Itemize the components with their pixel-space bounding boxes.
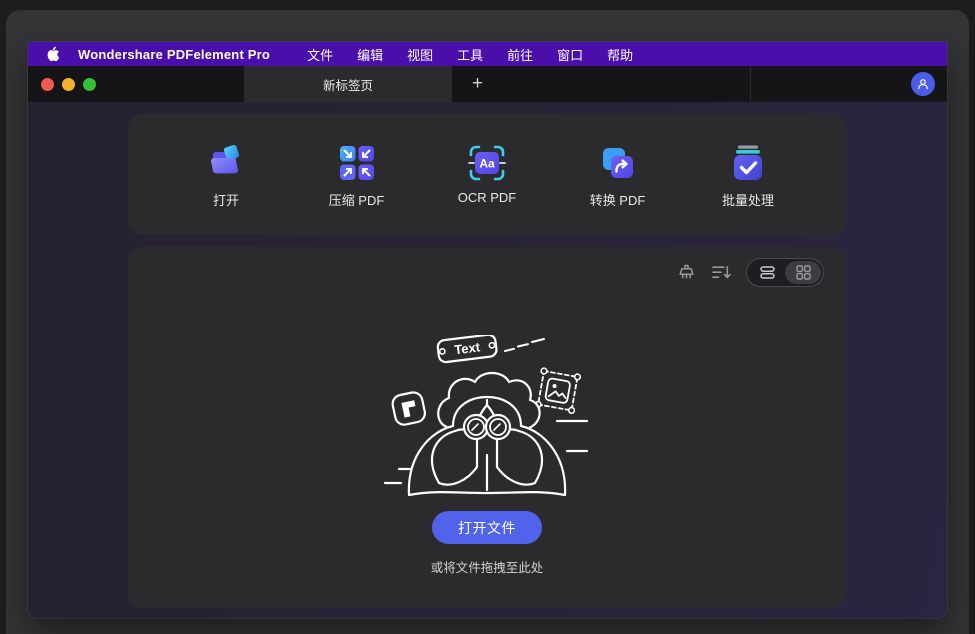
batch-process-icon (734, 145, 762, 180)
empty-state: Text 打开文件 或将文件拖拽至此处 (128, 247, 846, 608)
clean-icon[interactable] (677, 263, 696, 282)
illustration-text-tag: Text (453, 339, 481, 357)
menu-bar: Wondershare PDFelement Pro 文件 编辑 视图 工具 前… (28, 42, 947, 66)
menu-item-window[interactable]: 窗口 (545, 45, 595, 64)
convert-pdf-icon (602, 148, 633, 178)
tab-label: 新标签页 (322, 78, 373, 93)
ocr-icon-text: Aa (479, 157, 495, 171)
panel-toolbar (677, 258, 824, 287)
ocr-pdf-icon: Aa (468, 145, 506, 181)
app-window: Wondershare PDFelement Pro 文件 编辑 视图 工具 前… (28, 42, 947, 618)
action-label: 压缩 PDF (328, 193, 385, 208)
menu-item-go[interactable]: 前往 (495, 45, 545, 64)
menu-items: 文件 编辑 视图 工具 前往 窗口 帮助 (295, 45, 645, 64)
action-label: OCR PDF (457, 190, 517, 205)
content-area: 打开 压缩 PDF Aa OCR PDF 转换 PDF 批量处理 Text 打开… (28, 102, 947, 618)
empty-state-illustration: Text (383, 335, 589, 497)
zoom-window-button[interactable] (83, 77, 96, 91)
app-name: Wondershare PDFelement Pro (78, 46, 271, 62)
menu-item-tools[interactable]: 工具 (445, 45, 495, 64)
tab-bar: 新标签页 + (28, 66, 947, 102)
menu-item-view[interactable]: 视图 (395, 45, 445, 64)
close-window-button[interactable] (41, 77, 54, 91)
tab-new-tab-page[interactable]: 新标签页 (244, 66, 452, 102)
quick-actions-panel: 打开 压缩 PDF Aa OCR PDF 转换 PDF 批量处理 (128, 114, 846, 235)
view-toggle (746, 258, 824, 287)
account-avatar-button[interactable] (911, 72, 935, 96)
menu-item-help[interactable]: 帮助 (595, 45, 645, 64)
compress-pdf-icon (339, 146, 374, 180)
menu-item-edit[interactable]: 编辑 (345, 45, 395, 64)
action-compress-pdf[interactable]: 压缩 PDF (311, 144, 403, 235)
sort-descending-icon[interactable] (711, 264, 731, 281)
grid-view-button[interactable] (785, 261, 821, 284)
user-icon (918, 79, 928, 90)
new-tab-button[interactable]: + (466, 66, 489, 102)
action-open[interactable]: 打开 (180, 144, 272, 235)
action-batch-process[interactable]: 批量处理 (702, 144, 794, 235)
drop-hint-text: 或将文件拖拽至此处 (430, 561, 544, 575)
menu-item-file[interactable]: 文件 (295, 45, 345, 64)
action-label: 转换 PDF (589, 193, 646, 208)
open-folder-icon (210, 144, 240, 174)
apple-menu-icon[interactable] (46, 46, 61, 63)
window-controls (28, 66, 244, 102)
open-file-button[interactable]: 打开文件 (432, 511, 542, 544)
recent-files-panel: Text 打开文件 或将文件拖拽至此处 (128, 247, 846, 608)
action-ocr-pdf[interactable]: Aa OCR PDF (441, 144, 533, 235)
tab-bar-divider (750, 66, 751, 102)
list-view-button[interactable] (749, 261, 785, 284)
action-label: 打开 (212, 193, 239, 208)
action-label: 批量处理 (721, 193, 774, 208)
action-convert-pdf[interactable]: 转换 PDF (572, 144, 664, 235)
minimize-window-button[interactable] (62, 77, 75, 91)
